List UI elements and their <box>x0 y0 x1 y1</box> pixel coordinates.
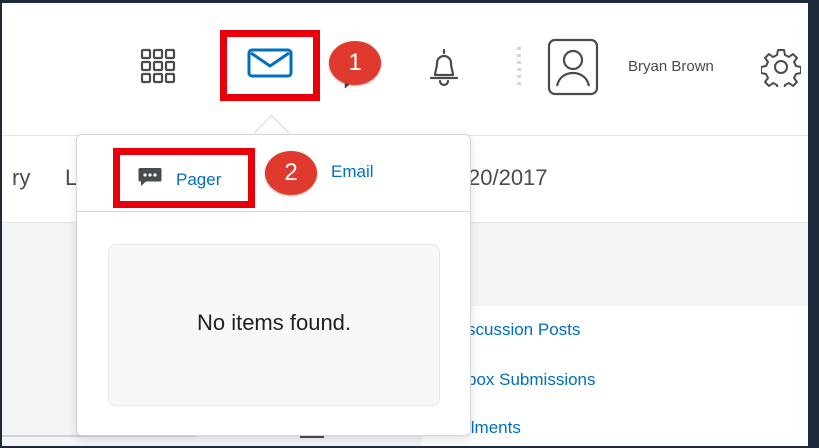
bell-icon[interactable] <box>427 47 461 87</box>
nav-item-fragment[interactable]: ry <box>12 165 30 191</box>
empty-message: No items found. <box>196 310 352 335</box>
tab-pager[interactable]: Pager <box>113 148 255 208</box>
toolbar-divider <box>517 47 521 85</box>
gear-icon[interactable] <box>761 47 801 87</box>
nav-date: 20/2017 <box>468 165 548 190</box>
user-name[interactable]: Bryan Brown <box>628 58 714 75</box>
tab-pager-label: Pager <box>176 169 222 189</box>
pager-icon <box>138 167 162 192</box>
callout-badge-1: 1 <box>329 41 381 85</box>
avatar-icon[interactable] <box>547 38 599 96</box>
top-bar: Bryan Brown <box>2 3 808 136</box>
dropbox-submissions-link[interactable]: box Submissions <box>467 370 596 390</box>
apps-grid-icon[interactable] <box>135 43 181 89</box>
app-window: Bryan Brown ry L 20/2017 scussion Posts … <box>0 0 819 448</box>
message-alerts-button[interactable] <box>220 30 320 101</box>
discussion-posts-link[interactable]: scussion Posts <box>467 320 580 340</box>
empty-state: No items found. <box>108 244 440 406</box>
callout-badge-2: 2 <box>265 151 317 195</box>
tab-email[interactable]: Email <box>331 162 374 182</box>
mail-icon <box>247 48 293 83</box>
enrollments-link[interactable]: llments <box>467 418 521 438</box>
